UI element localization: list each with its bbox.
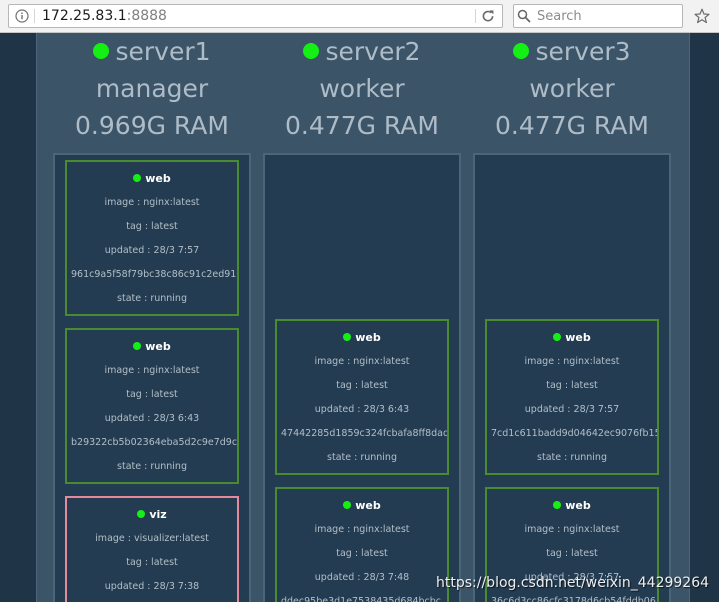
swarm-visualizer-panel: server1 manager 0.969G RAM web image : n… bbox=[36, 33, 690, 602]
node-role: manager bbox=[95, 74, 209, 103]
bookmark-star-icon[interactable] bbox=[694, 8, 710, 24]
task-image: image : nginx:latest bbox=[524, 524, 620, 535]
search-icon bbox=[517, 9, 531, 23]
task-status-dot-icon bbox=[133, 342, 142, 350]
task-updated: updated : 28/3 7:57 bbox=[104, 245, 200, 256]
task-image: image : nginx:latest bbox=[314, 356, 410, 367]
address-bar-divider bbox=[475, 9, 476, 23]
watermark-text: https://blog.csdn.net/weixin_44299264 bbox=[436, 575, 710, 591]
task-state: state : running bbox=[117, 293, 187, 304]
node-name-row: server3 bbox=[473, 33, 671, 70]
task-image: image : nginx:latest bbox=[104, 197, 200, 208]
task-name: web bbox=[355, 331, 381, 344]
node-status-dot-icon bbox=[303, 43, 320, 59]
task-title: web bbox=[487, 494, 657, 518]
url-host[interactable]: 172.25.83.1 bbox=[42, 8, 127, 24]
task-status-dot-icon bbox=[343, 501, 352, 509]
task-card: web image : nginx:latest tag : latest up… bbox=[485, 319, 659, 475]
address-bar[interactable]: 172.25.83.1:8888 bbox=[8, 4, 503, 28]
node-name-row: server1 bbox=[53, 33, 251, 70]
search-input[interactable] bbox=[537, 5, 677, 27]
task-updated: updated : 28/3 7:38 bbox=[104, 581, 200, 592]
task-id: 47442285d1859c324fcbafa8ff8dad bbox=[281, 428, 447, 439]
task-image: image : nginx:latest bbox=[104, 365, 200, 376]
task-card: viz image : visualizer:latest tag : late… bbox=[65, 496, 239, 602]
task-state: state : running bbox=[537, 452, 607, 463]
node-name: server3 bbox=[535, 37, 631, 66]
node-ram: 0.477G RAM bbox=[495, 111, 649, 140]
task-name: web bbox=[145, 172, 171, 185]
task-updated: updated : 28/3 7:48 bbox=[314, 572, 410, 583]
task-card: web image : nginx:latest tag : latest up… bbox=[65, 328, 239, 484]
task-id: b29322cb5b02364eba5d2c9e7d9c6 bbox=[71, 437, 237, 448]
node-role: worker bbox=[319, 74, 405, 103]
node-status-dot-icon bbox=[513, 43, 530, 59]
reload-icon[interactable] bbox=[481, 9, 495, 23]
task-image: image : nginx:latest bbox=[314, 524, 410, 535]
task-tag: tag : latest bbox=[126, 221, 178, 232]
task-name: viz bbox=[149, 508, 167, 521]
node-column: web image : nginx:latest tag : latest up… bbox=[263, 153, 461, 602]
task-title: web bbox=[277, 326, 447, 350]
task-tag: tag : latest bbox=[336, 548, 388, 559]
node-header: server3 worker 0.477G RAM bbox=[473, 33, 671, 144]
node-column: web image : nginx:latest tag : latest up… bbox=[473, 153, 671, 602]
task-tag: tag : latest bbox=[126, 389, 178, 400]
task-status-dot-icon bbox=[553, 501, 562, 509]
node-column: web image : nginx:latest tag : latest up… bbox=[53, 153, 251, 602]
task-updated: updated : 28/3 6:43 bbox=[314, 404, 410, 415]
task-title: web bbox=[67, 335, 237, 359]
task-status-dot-icon bbox=[343, 333, 352, 341]
node-ram: 0.477G RAM bbox=[285, 111, 439, 140]
node-status-dot-icon bbox=[93, 43, 110, 59]
task-card: web image : nginx:latest tag : latest up… bbox=[275, 487, 449, 602]
task-card: web image : nginx:latest tag : latest up… bbox=[275, 319, 449, 475]
task-id: ddec95be3d1e7538435d684bcbc bbox=[281, 596, 442, 602]
address-bar-divider bbox=[34, 9, 35, 23]
task-title: web bbox=[277, 494, 447, 518]
node-name: server2 bbox=[325, 37, 421, 66]
task-name: web bbox=[565, 331, 591, 344]
task-status-dot-icon bbox=[553, 333, 562, 341]
task-id: 7cd1c611badd9d04642ec9076fb15 bbox=[491, 428, 657, 439]
task-title: web bbox=[487, 326, 657, 350]
task-name: web bbox=[355, 499, 381, 512]
task-status-dot-icon bbox=[137, 510, 146, 518]
task-title: viz bbox=[67, 503, 237, 527]
url-text[interactable]: 172.25.83.1:8888 bbox=[42, 5, 167, 27]
node-role: worker bbox=[529, 74, 615, 103]
task-state: state : running bbox=[117, 461, 187, 472]
task-updated: updated : 28/3 6:43 bbox=[104, 413, 200, 424]
task-card: web image : nginx:latest tag : latest up… bbox=[65, 160, 239, 316]
info-icon[interactable] bbox=[15, 9, 29, 23]
task-id: 961c9a5f58f79bc38c86c91c2ed910 bbox=[71, 269, 237, 280]
node-header: server1 manager 0.969G RAM bbox=[53, 33, 251, 144]
search-box[interactable] bbox=[513, 4, 683, 28]
task-tag: tag : latest bbox=[336, 380, 388, 391]
task-status-dot-icon bbox=[133, 174, 142, 182]
task-tag: tag : latest bbox=[546, 548, 598, 559]
task-tag: tag : latest bbox=[126, 557, 178, 568]
node-header: server2 worker 0.477G RAM bbox=[263, 33, 461, 144]
node-name: server1 bbox=[115, 37, 211, 66]
task-tag: tag : latest bbox=[546, 380, 598, 391]
task-title: web bbox=[67, 167, 237, 191]
task-updated: updated : 28/3 7:57 bbox=[524, 404, 620, 415]
browser-toolbar: 172.25.83.1:8888 bbox=[0, 0, 719, 33]
url-port[interactable]: :8888 bbox=[127, 8, 167, 24]
node-name-row: server2 bbox=[263, 33, 461, 70]
task-name: web bbox=[565, 499, 591, 512]
task-name: web bbox=[145, 340, 171, 353]
task-image: image : visualizer:latest bbox=[95, 533, 209, 544]
task-image: image : nginx:latest bbox=[524, 356, 620, 367]
node-ram: 0.969G RAM bbox=[75, 111, 229, 140]
task-state: state : running bbox=[327, 452, 397, 463]
